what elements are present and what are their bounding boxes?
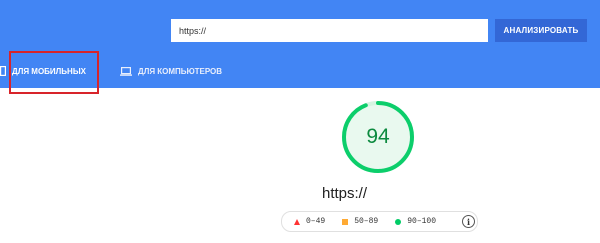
circle-icon [395,218,402,225]
legend-item-average: 50–89 [342,217,378,226]
info-icon[interactable]: i [462,215,475,228]
legend-item-fail: 0–49 [294,217,325,226]
triangle-icon [294,218,300,225]
tab-desktop-label: ДЛЯ КОМПЬЮТЕРОВ [138,66,223,76]
score-legend: 0–49 50–89 90–100 [281,211,478,232]
phone-icon [0,66,6,76]
tab-mobile[interactable]: ДЛЯ МОБИЛЬНЫХ [0,62,86,80]
legend-item-pass: 90–100 [395,217,436,226]
performance-score: 94 [366,125,390,148]
tab-desktop[interactable]: ДЛЯ КОМПЬЮТЕРОВ [120,62,222,80]
header-bar: АНАЛИЗИРОВАТЬ ДЛЯ МОБИЛЬНЫХ ДЛЯ КОМПЬЮТЕ… [0,0,600,88]
legend-label: 50–89 [354,217,379,226]
legend-label: 0–49 [306,217,326,226]
legend-label: 90–100 [407,217,437,226]
analyze-button[interactable]: АНАЛИЗИРОВАТЬ [495,19,587,42]
analyzed-url: https:// [322,185,368,202]
tab-mobile-label: ДЛЯ МОБИЛЬНЫХ [12,66,86,76]
square-icon [342,218,349,225]
url-input[interactable] [171,19,488,42]
laptop-icon [120,66,132,76]
